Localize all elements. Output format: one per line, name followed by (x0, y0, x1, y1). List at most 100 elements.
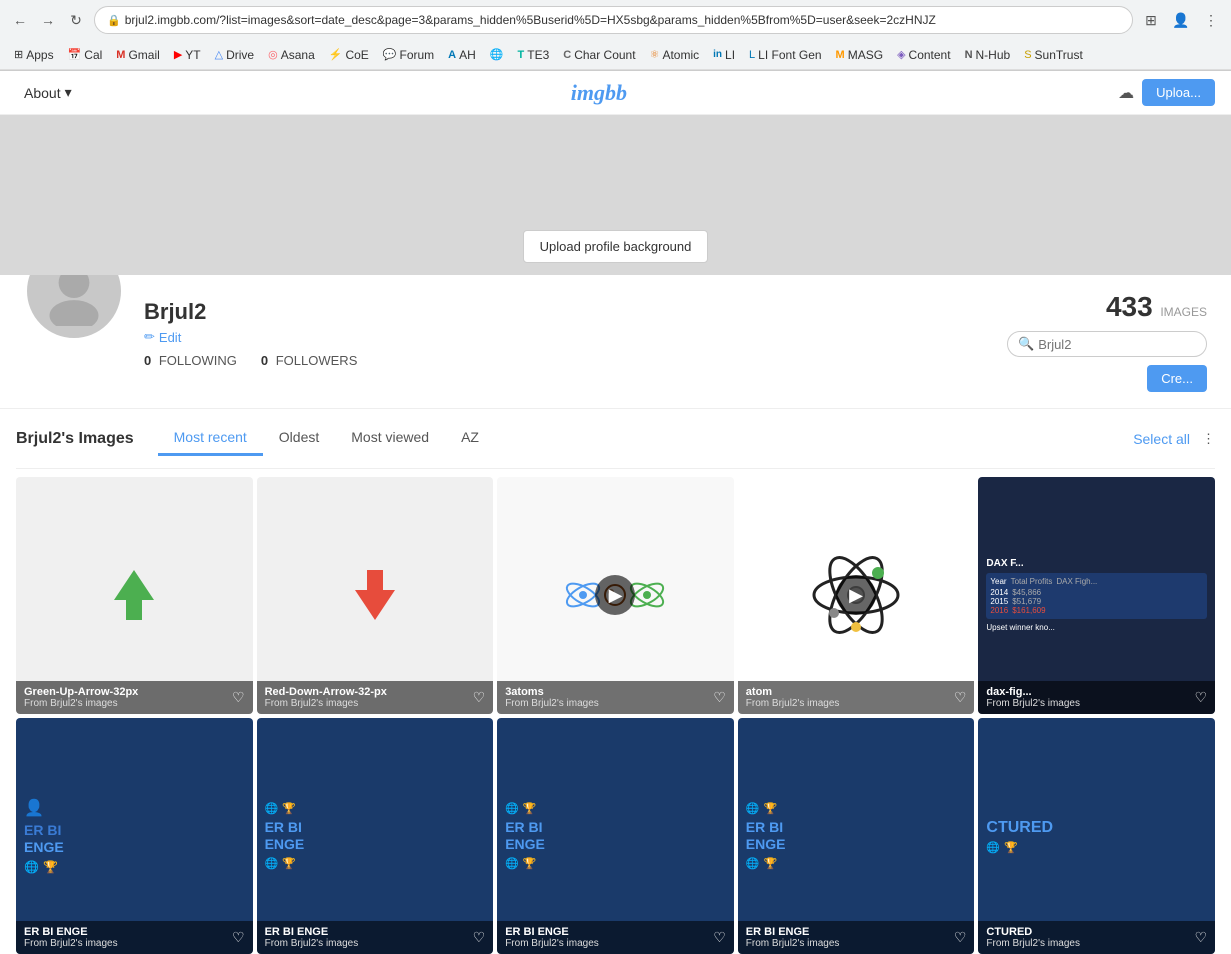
bookmark-coe-label: CoE (345, 48, 368, 62)
bookmark-suntrust[interactable]: S SunTrust (1018, 46, 1089, 64)
bookmark-cal[interactable]: 📅 Cal (62, 46, 109, 64)
tab-oldest[interactable]: Oldest (263, 421, 335, 456)
bookmark-li[interactable]: in LI (707, 46, 741, 64)
edit-profile-link[interactable]: ✏ Edit (144, 329, 987, 345)
like-icon-bi2[interactable]: ♡ (473, 929, 486, 946)
image-card-3atoms[interactable]: ▶ 3atoms From Brjul2's images ♡ (497, 477, 734, 714)
like-icon-bi1[interactable]: ♡ (232, 929, 245, 946)
bookmark-suntrust-label: SunTrust (1035, 48, 1083, 62)
profile-name: Brjul2 (144, 299, 987, 325)
image-card-bi3[interactable]: 🌐🏆 ER BIENGE 🌐🏆 ER BI ENGE From Brjul2's… (497, 718, 734, 954)
like-icon-green-up[interactable]: ♡ (232, 689, 245, 706)
profile-button[interactable]: 👤 (1169, 8, 1193, 32)
bookmark-yt-label: YT (185, 48, 200, 62)
charcount-icon: C (563, 49, 571, 61)
like-icon-bi4[interactable]: ♡ (954, 929, 967, 946)
card-subtitle-3atoms: From Brjul2's images (505, 698, 726, 709)
bookmark-globe[interactable]: 🌐 (484, 46, 510, 63)
play-button-atom[interactable]: ▶ (836, 575, 876, 615)
user-search-box[interactable]: 🔍 (1007, 331, 1207, 357)
tab-az[interactable]: AZ (445, 421, 495, 456)
edit-label: Edit (159, 330, 181, 345)
create-album-button[interactable]: Cre... (1147, 365, 1207, 392)
bookmark-gmail-label: Gmail (128, 48, 159, 62)
bookmark-li-label: LI (725, 48, 735, 62)
bookmark-drive-label: Drive (226, 48, 254, 62)
upload-profile-background-button[interactable]: Upload profile background (523, 230, 709, 263)
extensions-button[interactable]: ⊞ (1139, 8, 1163, 32)
profile-background: Upload profile background (0, 115, 1231, 275)
image-card-structured[interactable]: CTURED 🌐🏆 CTURED From Brjul2's images ♡ (978, 718, 1215, 954)
lock-icon: 🔒 (107, 14, 121, 27)
images-section: Brjul2's Images Most recent Oldest Most … (0, 409, 1231, 954)
green-arrow-up-svg (104, 565, 164, 625)
image-card-bi4[interactable]: 🌐🏆 ER BIENGE 🌐🏆 ER BI ENGE From Brjul2's… (738, 718, 975, 954)
top-nav-right: ☁ Uploa... (1118, 79, 1215, 106)
more-options-button[interactable]: ⋮ (1199, 8, 1223, 32)
apps-icon: ⊞ (14, 48, 23, 61)
like-icon-structured[interactable]: ♡ (1194, 929, 1207, 946)
like-icon-red-down[interactable]: ♡ (473, 689, 486, 706)
bookmark-charcount[interactable]: C Char Count (557, 46, 641, 64)
search-icon: 🔍 (1018, 336, 1034, 352)
upload-button[interactable]: Uploa... (1142, 79, 1215, 106)
image-card-red-down[interactable]: Red-Down-Arrow-32-px From Brjul2's image… (257, 477, 494, 714)
card-subtitle-bi1: From Brjul2's images (24, 938, 245, 949)
image-card-dax[interactable]: DAX F... Year Total Profits DAX Figh... … (978, 477, 1215, 714)
bookmark-coe[interactable]: ⚡ CoE (323, 46, 375, 64)
bookmark-yt[interactable]: ▶ YT (168, 46, 207, 64)
card-subtitle-bi4: From Brjul2's images (746, 938, 967, 949)
followers-stat: 0 FOLLOWERS (261, 353, 357, 368)
bookmark-apps[interactable]: ⊞ Apps (8, 46, 60, 64)
tab-most-viewed[interactable]: Most viewed (335, 421, 445, 456)
image-bi1: 👤 ER BIENGE 🌐🏆 (16, 718, 253, 954)
refresh-button[interactable]: ↻ (64, 8, 88, 32)
sort-icon[interactable]: ⋮ (1202, 431, 1215, 447)
image-card-bi2[interactable]: 🌐🏆 ER BIENGE 🌐🏆 ER BI ENGE From Brjul2's… (257, 718, 494, 954)
suntrust-icon: S (1024, 49, 1031, 61)
image-card-atom[interactable]: ▶ atom From Brjul2's images ♡ (738, 477, 975, 714)
image-card-green-up[interactable]: Green-Up-Arrow-32px From Brjul2's images… (16, 477, 253, 714)
image-bi2: 🌐🏆 ER BIENGE 🌐🏆 (257, 718, 494, 954)
address-bar[interactable]: 🔒 brjul2.imgbb.com/?list=images&sort=dat… (94, 6, 1133, 34)
image-bi3: 🌐🏆 ER BIENGE 🌐🏆 (497, 718, 734, 954)
bookmark-nhub-label: N-Hub (976, 48, 1011, 62)
user-search-input[interactable] (1038, 337, 1178, 352)
forward-button[interactable]: → (36, 8, 60, 32)
bookmark-drive[interactable]: △ Drive (209, 46, 260, 64)
card-info-atom: atom From Brjul2's images (738, 681, 975, 714)
url-text: brjul2.imgbb.com/?list=images&sort=date_… (125, 13, 1120, 27)
bookmark-forum[interactable]: 💬 Forum (377, 46, 440, 64)
bookmark-masg-label: MASG (848, 48, 883, 62)
bookmark-te3[interactable]: T TE3 (512, 46, 556, 64)
like-icon-dax[interactable]: ♡ (1194, 689, 1207, 706)
bookmark-lifontgen[interactable]: L LI Font Gen (743, 46, 828, 64)
like-icon-atom[interactable]: ♡ (954, 689, 967, 706)
bookmark-forum-label: Forum (400, 48, 435, 62)
bookmark-masg[interactable]: M MASG (830, 46, 890, 64)
card-info-green-up: Green-Up-Arrow-32px From Brjul2's images (16, 681, 253, 714)
play-button-3atoms[interactable]: ▶ (595, 575, 635, 615)
coe-icon: ⚡ (329, 48, 343, 61)
card-info-bi2: ER BI ENGE From Brjul2's images (257, 921, 494, 954)
bookmark-nhub[interactable]: N N-Hub (959, 46, 1017, 64)
like-icon-bi3[interactable]: ♡ (713, 929, 726, 946)
bookmark-content[interactable]: ◈ Content (891, 46, 957, 64)
card-title-green-up: Green-Up-Arrow-32px (24, 686, 245, 698)
site-logo: imgbb (571, 80, 627, 106)
images-label: IMAGES (1160, 305, 1207, 319)
bookmark-asana[interactable]: ◎ Asana (262, 46, 321, 64)
bookmark-atomic[interactable]: ⚛ Atomic (644, 46, 706, 64)
card-title-structured: CTURED (986, 926, 1207, 938)
bookmarks-bar: ⊞ Apps 📅 Cal M Gmail ▶ YT △ Drive ◎ Asan… (0, 40, 1231, 70)
card-subtitle-green-up: From Brjul2's images (24, 698, 245, 709)
back-button[interactable]: ← (8, 8, 32, 32)
tab-most-recent[interactable]: Most recent (158, 421, 263, 456)
select-all-button[interactable]: Select all (1133, 431, 1190, 447)
bookmark-ah[interactable]: A AH (442, 46, 482, 64)
about-dropdown[interactable]: About ▾ (16, 80, 80, 105)
bookmark-gmail[interactable]: M Gmail (110, 46, 166, 64)
image-card-bi1[interactable]: 👤 ER BIENGE 🌐🏆 ER BI ENGE From Brjul2's … (16, 718, 253, 954)
card-subtitle-bi2: From Brjul2's images (265, 938, 486, 949)
like-icon-3atoms[interactable]: ♡ (713, 689, 726, 706)
